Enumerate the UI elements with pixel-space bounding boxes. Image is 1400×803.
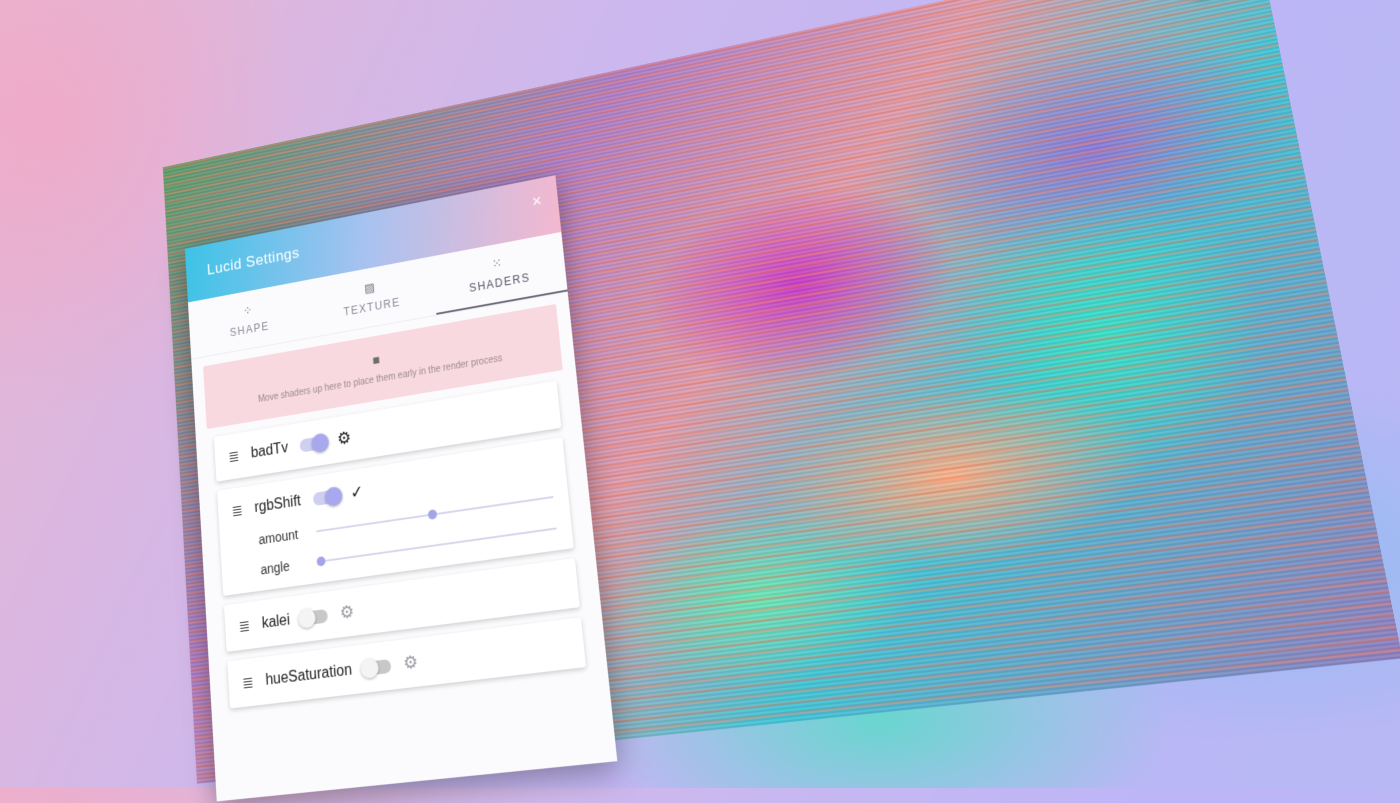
- shader-toggle[interactable]: [364, 658, 392, 675]
- close-icon[interactable]: ×: [531, 191, 542, 212]
- camera-icon: ■: [372, 351, 380, 367]
- param-label: angle: [260, 556, 309, 578]
- settings-panel: Lucid Settings × ⁘ SHAPE ▨ TEXTURE ⁙ SHA…: [185, 175, 617, 801]
- toggle-knob: [298, 607, 317, 628]
- drag-handle-icon[interactable]: ≣: [238, 616, 250, 637]
- panel-title: Lucid Settings: [207, 244, 301, 279]
- toggle-knob: [360, 657, 379, 679]
- texture-icon: ▨: [364, 280, 377, 297]
- shape-icon: ⁘: [243, 303, 254, 319]
- slider-thumb[interactable]: [428, 509, 438, 520]
- drag-handle-icon[interactable]: ≣: [228, 446, 240, 466]
- tab-label: SHADERS: [469, 271, 531, 295]
- shader-toggle[interactable]: [299, 435, 325, 452]
- toggle-knob: [324, 485, 343, 506]
- tab-label: SHAPE: [229, 319, 269, 339]
- drag-handle-icon[interactable]: ≣: [231, 500, 243, 520]
- check-icon[interactable]: ✓: [350, 482, 365, 504]
- shader-name: rgbShift: [254, 493, 302, 517]
- toggle-knob: [311, 432, 329, 453]
- gear-icon[interactable]: ⚙: [339, 602, 355, 624]
- shader-toggle[interactable]: [301, 608, 328, 625]
- shaders-icon: ⁙: [491, 255, 503, 272]
- shader-toggle[interactable]: [312, 489, 339, 506]
- shader-name: badTv: [250, 439, 288, 461]
- gear-icon[interactable]: ⚙: [336, 428, 351, 450]
- tab-label: TEXTURE: [343, 295, 401, 318]
- slider-thumb[interactable]: [316, 556, 325, 567]
- shader-name: kalei: [261, 611, 290, 632]
- gear-icon[interactable]: ⚙: [403, 652, 419, 675]
- param-label: amount: [258, 525, 306, 547]
- shader-name: hueSaturation: [265, 661, 353, 689]
- visualizer-stage: ⤡ Lucid Settings × ⁘ SHAPE ▨ TEXTURE ⁙ S…: [163, 0, 1400, 784]
- drag-handle-icon[interactable]: ≣: [242, 672, 255, 693]
